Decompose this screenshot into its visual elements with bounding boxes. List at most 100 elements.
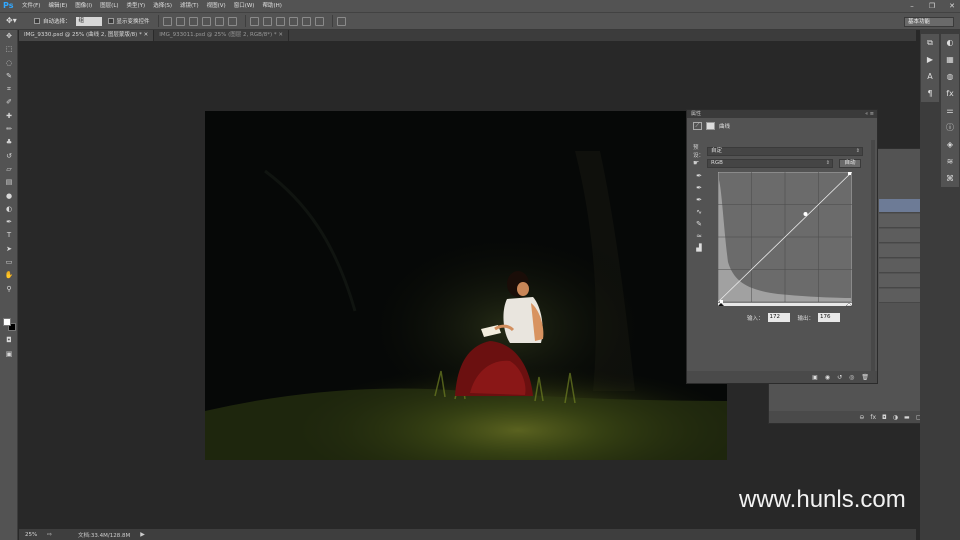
add-mask-icon[interactable]: ◘ xyxy=(882,414,887,421)
workspace-dropdown[interactable]: 基本功能 xyxy=(904,17,954,27)
menu-file[interactable]: 文件(F) xyxy=(18,0,44,12)
menu-help[interactable]: 帮助(H) xyxy=(258,0,285,12)
curve-point[interactable] xyxy=(720,300,723,303)
move-tool-icon[interactable]: ✥ xyxy=(0,30,18,43)
preset-dropdown[interactable]: 自定 ⇕ xyxy=(707,146,863,156)
info-icon[interactable]: ⓘ xyxy=(941,119,959,136)
paragraph-icon[interactable]: ¶ xyxy=(921,85,939,102)
document-tab[interactable]: IMG_933011.psd @ 25% (图层 2, RGB/8*) * ✕ xyxy=(154,30,289,41)
minimize-icon[interactable]: – xyxy=(908,2,916,10)
path-select-tool-icon[interactable]: ➤ xyxy=(0,243,18,256)
properties-icon[interactable]: ⚌ xyxy=(941,102,959,119)
gradient-tool-icon[interactable]: ▤ xyxy=(0,176,18,189)
history-icon[interactable]: ⧉ xyxy=(921,34,939,51)
layer-mask-icon[interactable] xyxy=(706,121,715,130)
brush-tool-icon[interactable]: ✏ xyxy=(0,123,18,136)
quick-mask-icon[interactable]: ◘ xyxy=(0,334,18,347)
align-vcenter-icon[interactable] xyxy=(175,16,185,26)
align-top-icon[interactable] xyxy=(162,16,172,26)
close-tab-icon[interactable]: ✕ xyxy=(144,32,149,38)
styles-icon[interactable]: fx xyxy=(941,85,959,102)
restore-icon[interactable]: ❐ xyxy=(928,2,936,10)
paths-icon[interactable]: ⌘ xyxy=(941,170,959,187)
distribute-top-icon[interactable] xyxy=(249,16,259,26)
targeted-adjust-icon[interactable]: ☛ xyxy=(693,159,707,167)
status-menu-icon[interactable]: ▶ xyxy=(140,531,145,538)
menu-filter[interactable]: 滤镜(T) xyxy=(176,0,203,12)
new-group-icon[interactable]: ▬ xyxy=(904,414,910,421)
pen-tool-icon[interactable]: ✒ xyxy=(0,216,18,229)
clip-to-layer-icon[interactable]: ▣ xyxy=(812,374,818,381)
blur-tool-icon[interactable]: ● xyxy=(0,190,18,203)
distribute-hcenter-icon[interactable] xyxy=(301,16,311,26)
gray-point-eyedropper-icon[interactable]: ✒ xyxy=(692,182,706,194)
white-point-eyedropper-icon[interactable]: ✒ xyxy=(692,194,706,206)
output-field[interactable]: 176 xyxy=(818,313,841,322)
actions-icon[interactable]: ▶ xyxy=(921,51,939,68)
align-hcenter-icon[interactable] xyxy=(214,16,224,26)
quick-select-tool-icon[interactable]: ✎ xyxy=(0,70,18,83)
lasso-tool-icon[interactable]: ◌ xyxy=(0,57,18,70)
menu-type[interactable]: 类型(Y) xyxy=(123,0,150,12)
color-icon[interactable]: ◐ xyxy=(941,34,959,51)
curve-point[interactable] xyxy=(848,172,851,175)
properties-scrollbar[interactable] xyxy=(871,140,875,376)
clone-stamp-tool-icon[interactable]: ♣ xyxy=(0,136,18,149)
document-tab-active[interactable]: IMG_9330.psd @ 25% (曲线 2, 图层蒙版/8) * ✕ xyxy=(19,30,155,41)
move-tool-icon[interactable]: ✥▾ xyxy=(6,15,28,27)
fx-icon[interactable]: fx xyxy=(870,414,876,421)
foreground-color-swatch[interactable] xyxy=(3,318,11,326)
smooth-curve-icon[interactable]: ≈ xyxy=(692,230,706,242)
history-brush-tool-icon[interactable]: ↺ xyxy=(0,150,18,163)
show-transform-checkbox[interactable] xyxy=(107,18,114,24)
reset-icon[interactable]: ↺ xyxy=(837,374,842,381)
align-bottom-icon[interactable] xyxy=(188,16,198,26)
view-previous-icon[interactable]: ◉ xyxy=(825,374,830,381)
type-tool-icon[interactable]: T xyxy=(0,229,18,242)
black-point-eyedropper-icon[interactable]: ✒ xyxy=(692,170,706,182)
healing-tool-icon[interactable]: ✚ xyxy=(0,110,18,123)
auto-align-icon[interactable] xyxy=(336,16,346,26)
character-icon[interactable]: A xyxy=(921,68,939,85)
rectangle-tool-icon[interactable]: ▭ xyxy=(0,256,18,269)
eraser-tool-icon[interactable]: ▱ xyxy=(0,163,18,176)
properties-tab[interactable]: 属性 xyxy=(691,111,701,117)
link-layers-icon[interactable]: ⊖ xyxy=(859,414,864,421)
auto-select-checkbox[interactable] xyxy=(34,18,40,24)
auto-button[interactable]: 自动 xyxy=(839,158,861,168)
pencil-draw-icon[interactable]: ✎ xyxy=(692,218,706,230)
marquee-tool-icon[interactable]: ⬚ xyxy=(0,43,18,56)
visibility-eye-icon[interactable]: ◎ xyxy=(849,374,854,381)
screen-mode-icon[interactable]: ▣ xyxy=(0,348,18,361)
input-field[interactable]: 172 xyxy=(767,313,790,322)
eyedropper-tool-icon[interactable]: ✐ xyxy=(0,96,18,109)
distribute-right-icon[interactable] xyxy=(314,16,324,26)
hand-tool-icon[interactable]: ✋ xyxy=(0,269,18,282)
adjustments-icon[interactable]: ◍ xyxy=(941,68,959,85)
distribute-vcenter-icon[interactable] xyxy=(262,16,272,26)
curve-point-selected[interactable] xyxy=(803,212,808,216)
adjustment-layer-icon[interactable]: ◑ xyxy=(893,414,898,421)
color-swatches[interactable] xyxy=(3,318,17,332)
distribute-left-icon[interactable] xyxy=(288,16,298,26)
distribute-bottom-icon[interactable] xyxy=(275,16,285,26)
close-icon[interactable]: ✕ xyxy=(948,2,956,10)
menu-image[interactable]: 图像(I) xyxy=(71,0,96,12)
edit-points-icon[interactable]: ∿ xyxy=(692,206,706,218)
channel-dropdown[interactable]: RGB ⇕ xyxy=(707,158,833,168)
align-left-icon[interactable] xyxy=(201,16,211,26)
zoom-field[interactable]: 25% xyxy=(19,532,47,538)
align-right-icon[interactable] xyxy=(227,16,237,26)
menu-layer[interactable]: 图层(L) xyxy=(96,0,122,12)
dodge-tool-icon[interactable]: ◐ xyxy=(0,203,18,216)
auto-select-dropdown[interactable]: 组 xyxy=(75,16,102,26)
close-tab-icon[interactable]: ✕ xyxy=(278,32,283,38)
export-icon[interactable]: ⇨ xyxy=(47,531,52,538)
menu-view[interactable]: 视图(V) xyxy=(203,0,230,12)
swatches-icon[interactable]: ▦ xyxy=(941,51,959,68)
channels-icon[interactable]: ≋ xyxy=(941,153,959,170)
curve-graph[interactable] xyxy=(718,172,852,307)
auto-levels-icon[interactable]: ▟ xyxy=(692,242,706,254)
crop-tool-icon[interactable]: ⌗ xyxy=(0,83,18,96)
document-image[interactable] xyxy=(205,111,727,460)
